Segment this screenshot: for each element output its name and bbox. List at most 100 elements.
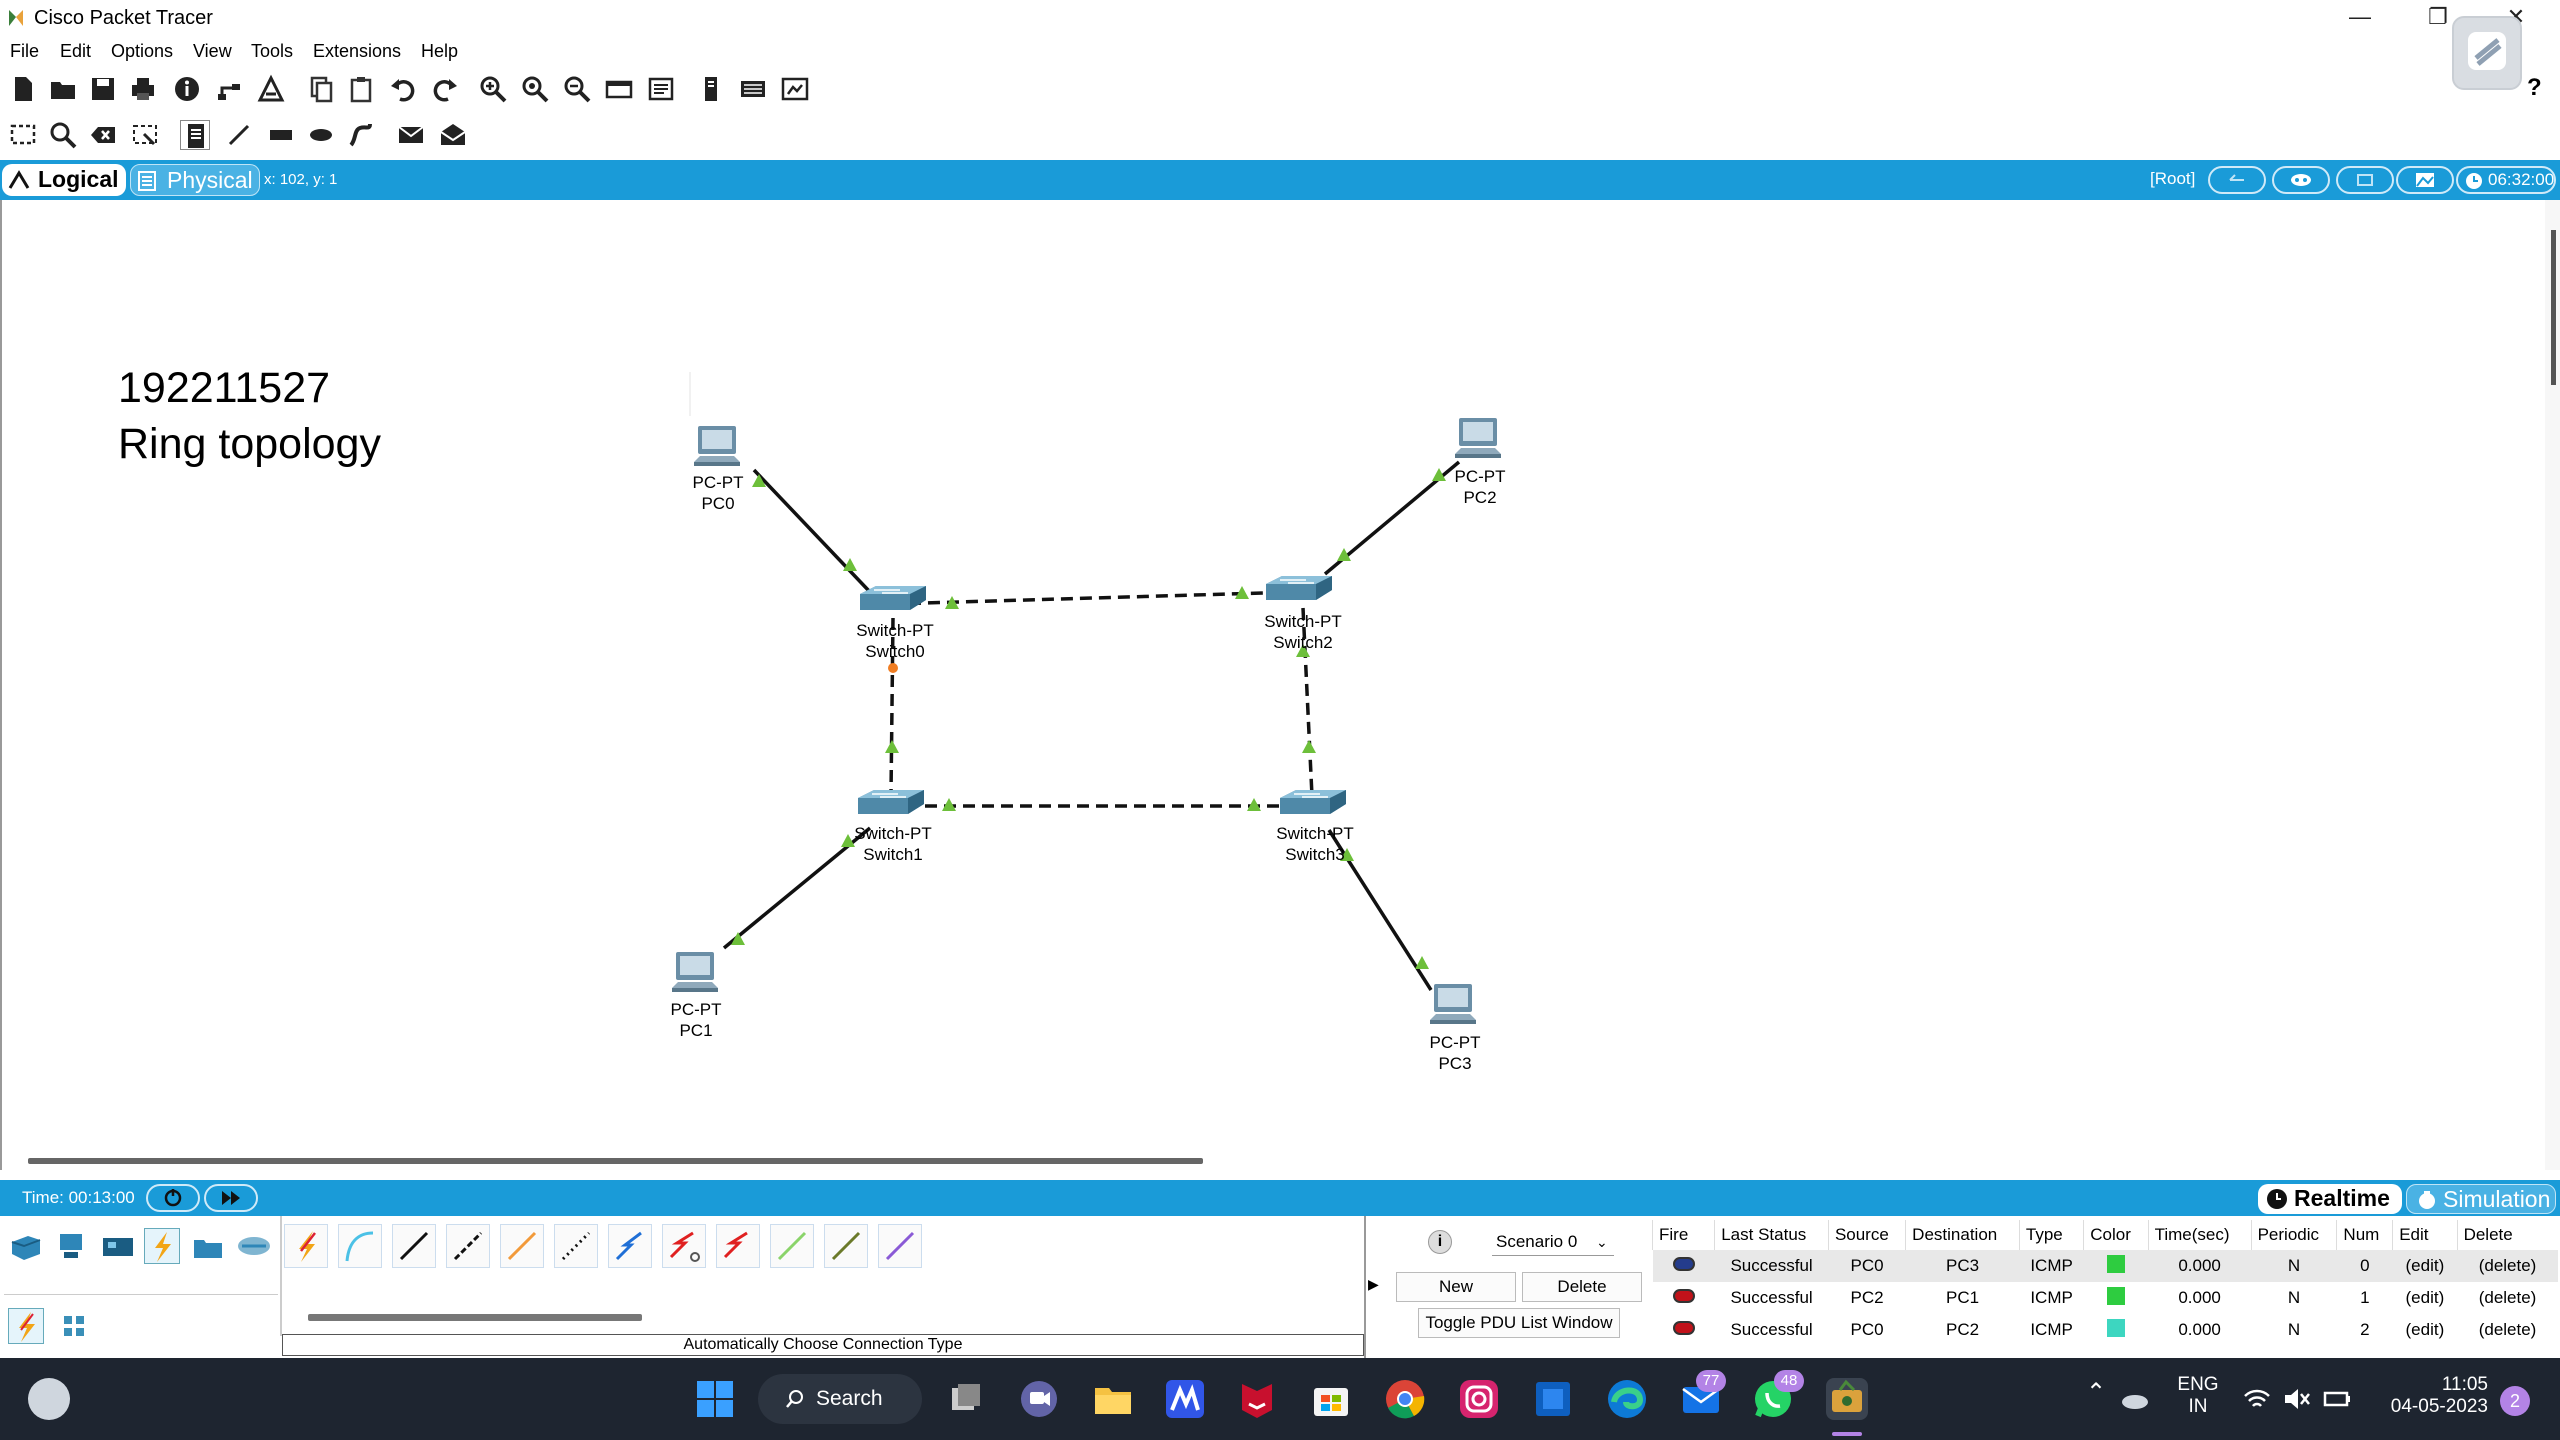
zoom-in-icon[interactable]: [478, 74, 508, 104]
fire-cell[interactable]: [1653, 1282, 1715, 1314]
viewport-icon[interactable]: [2336, 166, 2394, 194]
background-image-icon[interactable]: [2396, 166, 2454, 194]
menu-extensions[interactable]: Extensions: [313, 41, 401, 62]
tab-physical[interactable]: Physical: [130, 164, 260, 196]
drawing-palette-icon[interactable]: [604, 74, 634, 104]
switch0-label[interactable]: Switch-PT Switch0: [835, 620, 955, 662]
delete-link[interactable]: (delete): [2457, 1250, 2558, 1282]
clock-display[interactable]: 06:32:00: [2456, 166, 2556, 194]
pc3-label[interactable]: PC-PT PC3: [1395, 1032, 1515, 1074]
tab-logical[interactable]: Logical: [2, 164, 126, 196]
components-icon[interactable]: [100, 1228, 136, 1264]
fiber-icon[interactable]: [500, 1224, 544, 1268]
menu-options[interactable]: Options: [111, 41, 173, 62]
usb-cable-icon[interactable]: [878, 1224, 922, 1268]
note-id[interactable]: 192211527: [118, 364, 330, 413]
switch1-label[interactable]: Switch-PT Switch1: [833, 823, 953, 865]
pc0-label[interactable]: PC-PT PC0: [658, 472, 778, 514]
fire-cell[interactable]: [1653, 1250, 1715, 1282]
pc3-icon[interactable]: [1430, 984, 1476, 1024]
automatic-connection-icon[interactable]: [284, 1224, 328, 1268]
wizard-icon[interactable]: [256, 74, 286, 104]
vertical-scroll-thumb[interactable]: [2551, 230, 2556, 385]
menu-view[interactable]: View: [193, 41, 232, 62]
delete-scenario-button[interactable]: Delete: [1522, 1272, 1642, 1302]
back-button[interactable]: [2208, 166, 2266, 194]
power-cycle-button[interactable]: [146, 1184, 200, 1212]
complex-pdu-icon[interactable]: [438, 120, 468, 150]
note-title[interactable]: Ring topology: [118, 420, 381, 469]
switch2-label[interactable]: Switch-PT Switch2: [1243, 611, 1363, 653]
zoom-out-icon[interactable]: [562, 74, 592, 104]
link-light-13[interactable]: [1302, 740, 1316, 753]
paste-icon[interactable]: [346, 74, 376, 104]
inspect-icon[interactable]: [48, 120, 78, 150]
multiuser-icon[interactable]: [236, 1228, 272, 1264]
taskbar-search[interactable]: Search: [758, 1374, 922, 1424]
delete-link[interactable]: (delete): [2457, 1282, 2558, 1314]
minimize-button[interactable]: —: [2330, 0, 2390, 36]
new-scenario-button[interactable]: New: [1396, 1272, 1516, 1302]
pc2-label[interactable]: PC-PT PC2: [1420, 466, 1540, 508]
misc-icon[interactable]: [190, 1228, 226, 1264]
network-info-icon[interactable]: [214, 74, 244, 104]
menu-edit[interactable]: Edit: [60, 41, 91, 62]
menu-tools[interactable]: Tools: [251, 41, 293, 62]
link-light-10[interactable]: [1415, 956, 1429, 969]
tray-overflow-icon[interactable]: ⌃: [2086, 1378, 2106, 1407]
network-devices-icon[interactable]: [8, 1228, 44, 1264]
scenario-select[interactable]: Scenario 0 ⌄: [1492, 1228, 1614, 1256]
speaker-muted-icon[interactable]: [2282, 1384, 2312, 1414]
rectangle-icon[interactable]: [266, 120, 296, 150]
horizontal-scrollbar[interactable]: [28, 1158, 1203, 1164]
switch3-label[interactable]: Switch-PT Switch3: [1255, 823, 1375, 865]
automatic-connection-selected-icon[interactable]: [8, 1308, 44, 1344]
switch3-icon[interactable]: [1280, 790, 1346, 814]
ipc-icon[interactable]: [738, 74, 768, 104]
copper-cross-over-icon[interactable]: [446, 1224, 490, 1268]
octal-cable-icon[interactable]: [770, 1224, 814, 1268]
pc0-icon[interactable]: [694, 426, 740, 466]
select-icon[interactable]: [8, 120, 38, 150]
link-light-12[interactable]: [885, 740, 899, 753]
info-icon[interactable]: [172, 74, 202, 104]
collapse-arrow-icon[interactable]: ▶: [1368, 1276, 1379, 1293]
wifi-icon[interactable]: [2242, 1384, 2272, 1414]
instagram-icon[interactable]: [1458, 1378, 1500, 1420]
viewer-icon[interactable]: [696, 74, 726, 104]
print-icon[interactable]: [128, 74, 158, 104]
onedrive-icon[interactable]: [2118, 1382, 2152, 1416]
battery-icon[interactable]: [2322, 1384, 2352, 1414]
pc1-icon[interactable]: [672, 952, 718, 992]
pdu-row[interactable]: Successful PC0 PC2 ICMP 0.000 N 2 (edit)…: [1653, 1314, 2559, 1346]
menu-file[interactable]: File: [10, 41, 39, 62]
edit-link[interactable]: (edit): [2393, 1314, 2457, 1346]
switch2-icon[interactable]: [1266, 576, 1332, 600]
edge-icon[interactable]: [1606, 1378, 1648, 1420]
iot-custom-cable-icon[interactable]: [824, 1224, 868, 1268]
app-blue-icon[interactable]: [1532, 1378, 1574, 1420]
logical-workspace[interactable]: 192211527 Ring topology PC-PT PC0 PC-PT PC…: [0, 200, 2545, 1170]
edit-link[interactable]: (edit): [2393, 1282, 2457, 1314]
fire-icon[interactable]: [1672, 1321, 1695, 1335]
fire-icon[interactable]: [1672, 1289, 1695, 1303]
zoom-reset-icon[interactable]: [520, 74, 550, 104]
fire-cell[interactable]: [1653, 1314, 1715, 1346]
simulation-button[interactable]: Simulation: [2406, 1184, 2556, 1214]
task-view-icon[interactable]: [946, 1378, 988, 1420]
new-icon[interactable]: [8, 74, 38, 104]
fire-icon[interactable]: [1672, 1257, 1695, 1271]
copy-icon[interactable]: [306, 74, 336, 104]
phone-cable-icon[interactable]: [554, 1224, 598, 1268]
pc1-label[interactable]: PC-PT PC1: [636, 999, 756, 1041]
open-icon[interactable]: [48, 74, 78, 104]
notification-badge[interactable]: 2: [2500, 1386, 2530, 1416]
delete-link[interactable]: (delete): [2457, 1314, 2558, 1346]
edit-link[interactable]: (edit): [2393, 1250, 2457, 1282]
serial-dce-icon[interactable]: [662, 1224, 706, 1268]
connection-list-scrollbar[interactable]: [308, 1314, 642, 1321]
start-icon[interactable]: [694, 1378, 736, 1420]
link-light-blocked[interactable]: [888, 663, 898, 673]
web-browser-icon[interactable]: [780, 74, 810, 104]
connections-icon[interactable]: [144, 1228, 180, 1264]
